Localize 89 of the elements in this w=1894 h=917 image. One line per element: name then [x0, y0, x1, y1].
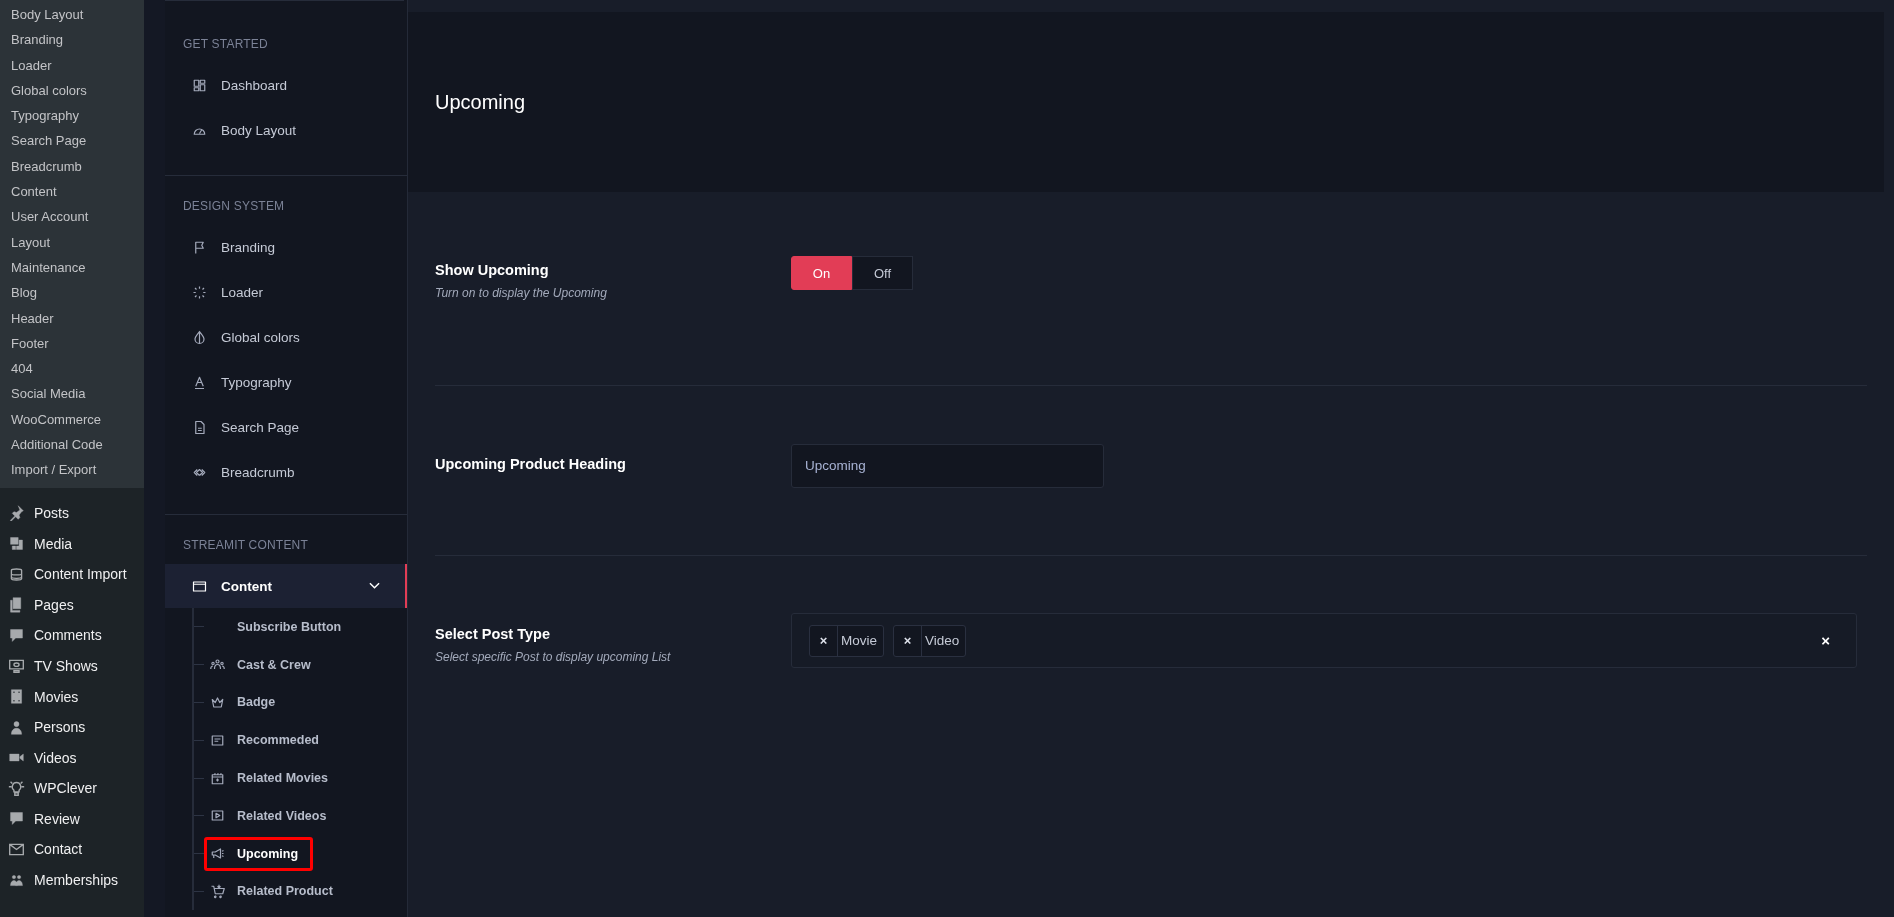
menu-link[interactable]: Content Import: [34, 566, 127, 583]
submenu-item[interactable]: Related Movies: [204, 761, 340, 796]
sidebar-item[interactable]: Typography: [165, 360, 407, 405]
submenu-item[interactable]: Subscribe Button: [204, 609, 354, 644]
submenu-link[interactable]: Maintenance: [0, 254, 144, 281]
submenu-item[interactable]: Cast & Crew: [204, 647, 323, 682]
pin-icon: [8, 504, 25, 522]
tag-label: Movie: [840, 633, 878, 648]
section-heading: STREAMIT CONTENT: [182, 538, 309, 552]
sidebar-item[interactable]: Breadcrumb: [165, 450, 407, 495]
submenu-link[interactable]: Content: [0, 179, 144, 205]
submenu-item[interactable]: Badge: [204, 685, 288, 720]
film-icon: [8, 688, 25, 705]
setting-description: Turn on to display the Upcoming: [435, 286, 608, 300]
file-icon: [192, 420, 207, 435]
play-icon: [210, 808, 225, 824]
menu-link[interactable]: Review: [34, 810, 80, 827]
submenu-link[interactable]: Body Layout: [0, 2, 144, 28]
sidebar-item[interactable]: Body Layout: [165, 108, 407, 153]
remove-tag-button[interactable]: ×: [894, 625, 922, 656]
menu-link[interactable]: Persons: [34, 719, 86, 736]
flag-icon: [192, 240, 207, 255]
database-icon: [8, 565, 25, 583]
drop-icon: [192, 330, 207, 345]
menu-link[interactable]: Movies: [34, 688, 79, 705]
submenu-item[interactable]: Upcoming: [204, 836, 314, 871]
megaphone-icon: [210, 846, 225, 862]
crown-icon: [210, 695, 225, 710]
sidebar-item[interactable]: Global colors: [165, 315, 407, 360]
submenu-link[interactable]: 404: [0, 356, 144, 382]
sidebar-item[interactable]: Content: [165, 564, 407, 608]
person-icon: [8, 718, 25, 736]
submenu-link[interactable]: WooCommerce: [0, 406, 144, 433]
spinner-icon: [192, 285, 207, 300]
menu-link[interactable]: Posts: [34, 504, 69, 521]
monitor-icon: [8, 657, 25, 675]
submenu-link[interactable]: Branding: [0, 27, 144, 53]
section-heading: GET STARTED: [182, 37, 269, 51]
setting-label: Upcoming Product Heading: [435, 456, 627, 472]
submenu-link[interactable]: Typography: [0, 103, 144, 129]
multi-select-field[interactable]: × Movie × Video ×: [791, 613, 1857, 668]
submenu-link[interactable]: Import / Export: [0, 457, 144, 483]
submenu-link[interactable]: Global colors: [0, 77, 144, 104]
submenu-link[interactable]: Breadcrumb: [0, 153, 144, 180]
card-icon: [210, 732, 225, 748]
submenu-link[interactable]: Search Page: [0, 128, 144, 154]
toggle-option[interactable]: Off: [852, 256, 913, 290]
sidebar-item[interactable]: Branding: [165, 225, 407, 270]
bubble-icon: [8, 626, 25, 644]
submenu-link[interactable]: Header: [0, 305, 144, 331]
menu-link[interactable]: Videos: [34, 749, 77, 766]
toggle-option[interactable]: On: [791, 256, 852, 290]
letter-icon: [192, 375, 207, 390]
sidebar-item[interactable]: Dashboard: [165, 63, 407, 108]
remove-tag-button[interactable]: ×: [810, 625, 838, 656]
submenu-item[interactable]: Related Videos: [204, 798, 339, 833]
submenu-item[interactable]: Related Product: [204, 874, 345, 909]
submenu-link[interactable]: Footer: [0, 330, 144, 357]
menu-link[interactable]: Memberships: [34, 872, 119, 889]
submenu-link[interactable]: Loader: [0, 52, 144, 78]
setting-label: Select Post Type: [435, 626, 551, 642]
submenu-link[interactable]: Additional Code: [0, 432, 144, 458]
clear-button[interactable]: ×: [1815, 631, 1836, 650]
submenu-link[interactable]: User Account: [0, 204, 144, 230]
text-field[interactable]: Upcoming: [791, 443, 1104, 488]
menu-link[interactable]: TV Shows: [34, 657, 98, 674]
menu-link[interactable]: Media: [34, 535, 73, 552]
submenu-link[interactable]: Layout: [0, 229, 144, 255]
menu-link[interactable]: Pages: [34, 596, 74, 613]
window-icon: [192, 578, 207, 594]
bubble-icon: [8, 810, 25, 828]
submenu-link[interactable]: Social Media: [0, 381, 144, 407]
menu-link[interactable]: WPClever: [34, 780, 97, 797]
submenu-item[interactable]: Recommeded: [204, 723, 331, 758]
clapper-icon: [210, 770, 225, 786]
bulb-icon: [8, 779, 25, 797]
media-icon: [8, 535, 25, 553]
cart-icon: [210, 883, 225, 899]
grid-icon: [192, 78, 207, 93]
tag-label: Video: [924, 633, 961, 648]
menu-link[interactable]: Contact: [34, 841, 83, 858]
section-heading: DESIGN SYSTEM: [182, 199, 286, 213]
menu-link[interactable]: Comments: [34, 627, 102, 644]
setting-label: Show Upcoming: [435, 262, 550, 278]
page-title: Upcoming: [435, 90, 526, 114]
setting-description: Select specific Post to display upcoming List: [435, 650, 672, 664]
sidebar-item[interactable]: Search Page: [165, 405, 407, 450]
sidebar-item[interactable]: Loader: [165, 270, 407, 315]
submenu-link[interactable]: Blog: [0, 280, 144, 306]
